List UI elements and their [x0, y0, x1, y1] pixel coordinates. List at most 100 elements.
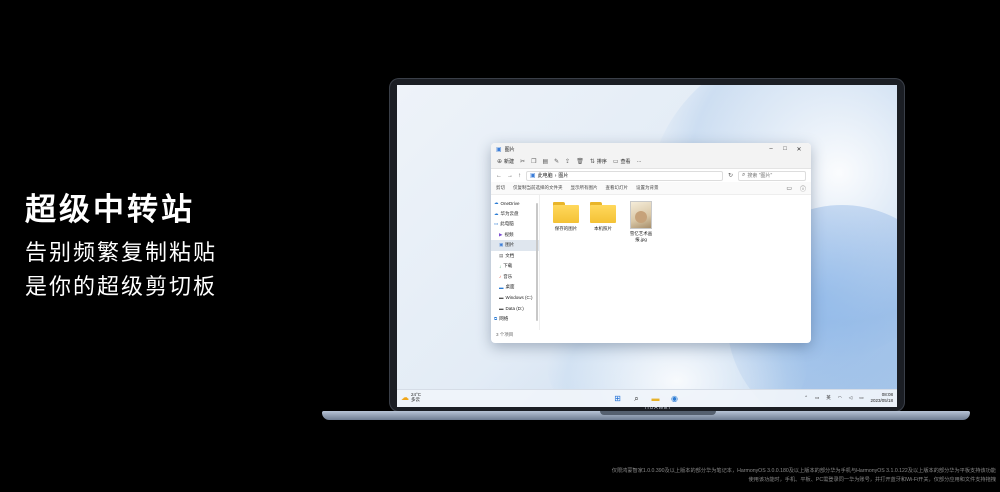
clock[interactable]: 08:08 2023/05/18 [870, 392, 893, 403]
explorer-body: ☁ OneDrive ☁ 华为云盘 ▭ 此电脑 ▶ 视频 ▣ 图片 ▤ 文档 ↓ 下载 ♪ 音乐… [491, 195, 811, 330]
quick-action[interactable]: 设置为背景 [636, 185, 659, 191]
app-icon[interactable]: ◉ [669, 393, 680, 404]
file-explorer-icon[interactable]: ▬ [650, 393, 661, 404]
folder-icon [553, 201, 579, 223]
paste-icon[interactable]: ▤ [542, 158, 548, 165]
back-icon[interactable]: ← [496, 173, 502, 179]
breadcrumb-item[interactable]: 此电脑 [538, 172, 553, 179]
delete-icon[interactable]: 🗑 [576, 158, 584, 165]
quick-action[interactable]: 查看幻灯片 [606, 185, 629, 191]
nav-item-drive-c[interactable]: ▬ Windows (C:) [491, 293, 539, 304]
nav-label: 图片 [505, 242, 515, 248]
laptop-notch [600, 411, 716, 415]
share-icon[interactable]: ⇪ [565, 158, 570, 165]
info-icon[interactable]: ⓘ [800, 184, 806, 193]
nav-label: 视频 [504, 231, 514, 237]
picture-icon: ▣ [530, 173, 536, 179]
file-explorer-window[interactable]: ▣ 图片 – □ ✕ ⊕ 新建 ✂ ❐ ▤ ✎ ⇪ 🗑 ⇅ 排序 ▭ 查看 ··· ←… [491, 143, 811, 343]
quick-action[interactable]: 剪切 [496, 185, 505, 191]
headline-line-2: 是你的超级剪切板 [25, 274, 218, 299]
new-button[interactable]: ⊕ 新建 [497, 158, 514, 165]
nav-label: 桌面 [505, 284, 515, 290]
nav-item-this-pc[interactable]: ▭ 此电脑 [491, 219, 539, 230]
maximize-button[interactable]: □ [778, 146, 792, 152]
status-bar: 3 个项目 [491, 330, 811, 339]
refresh-icon[interactable]: ↻ [728, 172, 733, 179]
plus-icon: ⊕ [497, 159, 503, 165]
nav-item-desktop[interactable]: ▬ 桌面 [491, 282, 539, 293]
nav-label: Data (D:) [505, 305, 524, 311]
nav-label: 文档 [505, 252, 515, 258]
up-icon[interactable]: ↑ [518, 173, 521, 179]
nav-item-videos[interactable]: ▶ 视频 [491, 230, 539, 241]
volume-icon[interactable]: ◁ [849, 395, 852, 401]
copy-icon[interactable]: ❐ [531, 158, 536, 165]
view-icon: ▭ [612, 159, 619, 165]
navigation-pane: ☁ OneDrive ☁ 华为云盘 ▭ 此电脑 ▶ 视频 ▣ 图片 ▤ 文档 ↓ 下载 ♪ 音乐… [491, 195, 540, 330]
chevron-up-icon[interactable]: ⌃ [804, 395, 808, 401]
weather-icon: ☁ [401, 392, 409, 402]
view-button[interactable]: ▭ 查看 [613, 158, 631, 165]
nav-label: 此电脑 [500, 221, 514, 227]
quick-action[interactable]: 显示所有图片 [571, 185, 598, 191]
rename-icon[interactable]: ✎ [554, 158, 559, 165]
picture-icon: ▣ [499, 242, 504, 248]
folder-item[interactable]: 本机照片 [586, 201, 620, 232]
taskbar-apps: ⊞ ⌕ ▬ ◉ [612, 393, 680, 404]
item-label: 雪忆艺术画报.jpg [629, 231, 653, 242]
forward-icon[interactable]: → [507, 173, 513, 179]
quick-action[interactable]: 仅复制当前选择的文件夹 [513, 185, 563, 191]
search-input[interactable]: ⌕ 搜索 "图片" [738, 170, 806, 181]
more-button[interactable]: ··· [637, 159, 642, 165]
close-button[interactable]: ✕ [792, 146, 806, 153]
wifi-icon[interactable]: ◠ [838, 395, 842, 401]
nav-item-music[interactable]: ♪ 音乐 [491, 272, 539, 283]
item-label: 本机照片 [594, 226, 612, 231]
headline: 超级中转站 告别频繁复制粘贴 是你的超级剪切板 [25, 190, 217, 304]
sort-icon: ⇅ [589, 159, 595, 165]
nav-item-onedrive[interactable]: ☁ OneDrive [491, 198, 539, 209]
nav-label: 网络 [499, 315, 509, 321]
network-icon: ⧉ [494, 316, 498, 322]
system-tray: ⌃ ▭ 英 ◠ ◁ ▭ 08:08 2023/05/18 [804, 392, 893, 403]
folder-item[interactable]: 保存的图片 [549, 201, 583, 232]
cloud-icon: ☁ [494, 210, 499, 216]
nav-item-drive-d[interactable]: ▬ Data (D:) [491, 303, 539, 314]
nav-item-huawei-cloud[interactable]: ☁ 华为云盘 [491, 209, 539, 220]
title-bar[interactable]: ▣ 图片 – □ ✕ [491, 143, 811, 155]
sort-label: 排序 [596, 159, 607, 165]
address-row: ← → ↑ ▣ 此电脑 › 图片 ↻ ⌕ 搜索 "图片" [491, 169, 811, 182]
monitor-icon[interactable]: ▭ [786, 185, 792, 192]
nav-label: Windows (C:) [505, 295, 533, 301]
breadcrumb-item[interactable]: 图片 [558, 172, 568, 179]
folder-icon [590, 201, 616, 223]
address-bar[interactable]: ▣ 此电脑 › 图片 [526, 170, 723, 181]
battery-icon[interactable]: ▭ [859, 395, 863, 401]
drive-icon: ▬ [499, 295, 504, 301]
input-method[interactable]: 英 [826, 395, 831, 401]
minimize-button[interactable]: – [764, 146, 778, 152]
new-label: 新建 [504, 159, 515, 165]
search-icon[interactable]: ⌕ [631, 393, 642, 404]
nav-item-network[interactable]: ⧉ 网络 [491, 314, 539, 325]
nav-item-pictures[interactable]: ▣ 图片 [491, 240, 539, 251]
cut-icon[interactable]: ✂ [520, 158, 525, 165]
picture-icon: ▣ [496, 146, 502, 153]
quick-action-bar: 剪切 仅复制当前选择的文件夹 显示所有图片 查看幻灯片 设置为背景 ▭ ⓘ [491, 182, 811, 195]
window-title: 图片 [504, 146, 515, 153]
image-file-item[interactable]: 雪忆艺术画报.jpg [624, 201, 658, 243]
nav-item-documents[interactable]: ▤ 文档 [491, 251, 539, 262]
nav-item-downloads[interactable]: ↓ 下载 [491, 261, 539, 272]
sort-button[interactable]: ⇅ 排序 [590, 158, 607, 165]
weather-widget[interactable]: ☁ 24°C 多云 [401, 392, 421, 402]
nav-label: OneDrive [500, 200, 520, 206]
device-icon[interactable]: ▭ [815, 395, 819, 401]
download-icon: ↓ [499, 263, 502, 269]
nav-scrollbar[interactable] [536, 203, 538, 321]
drive-icon: ▬ [499, 305, 504, 311]
search-placeholder: 搜索 "图片" [747, 173, 773, 179]
clock-date: 2023/05/18 [870, 397, 893, 403]
music-icon: ♪ [499, 274, 502, 280]
start-icon[interactable]: ⊞ [612, 393, 623, 404]
disclaimer: 仅限鸿蒙智家1.0.0.390及以上版本的部分华为笔记本，HarmonyOS 3… [536, 467, 996, 485]
